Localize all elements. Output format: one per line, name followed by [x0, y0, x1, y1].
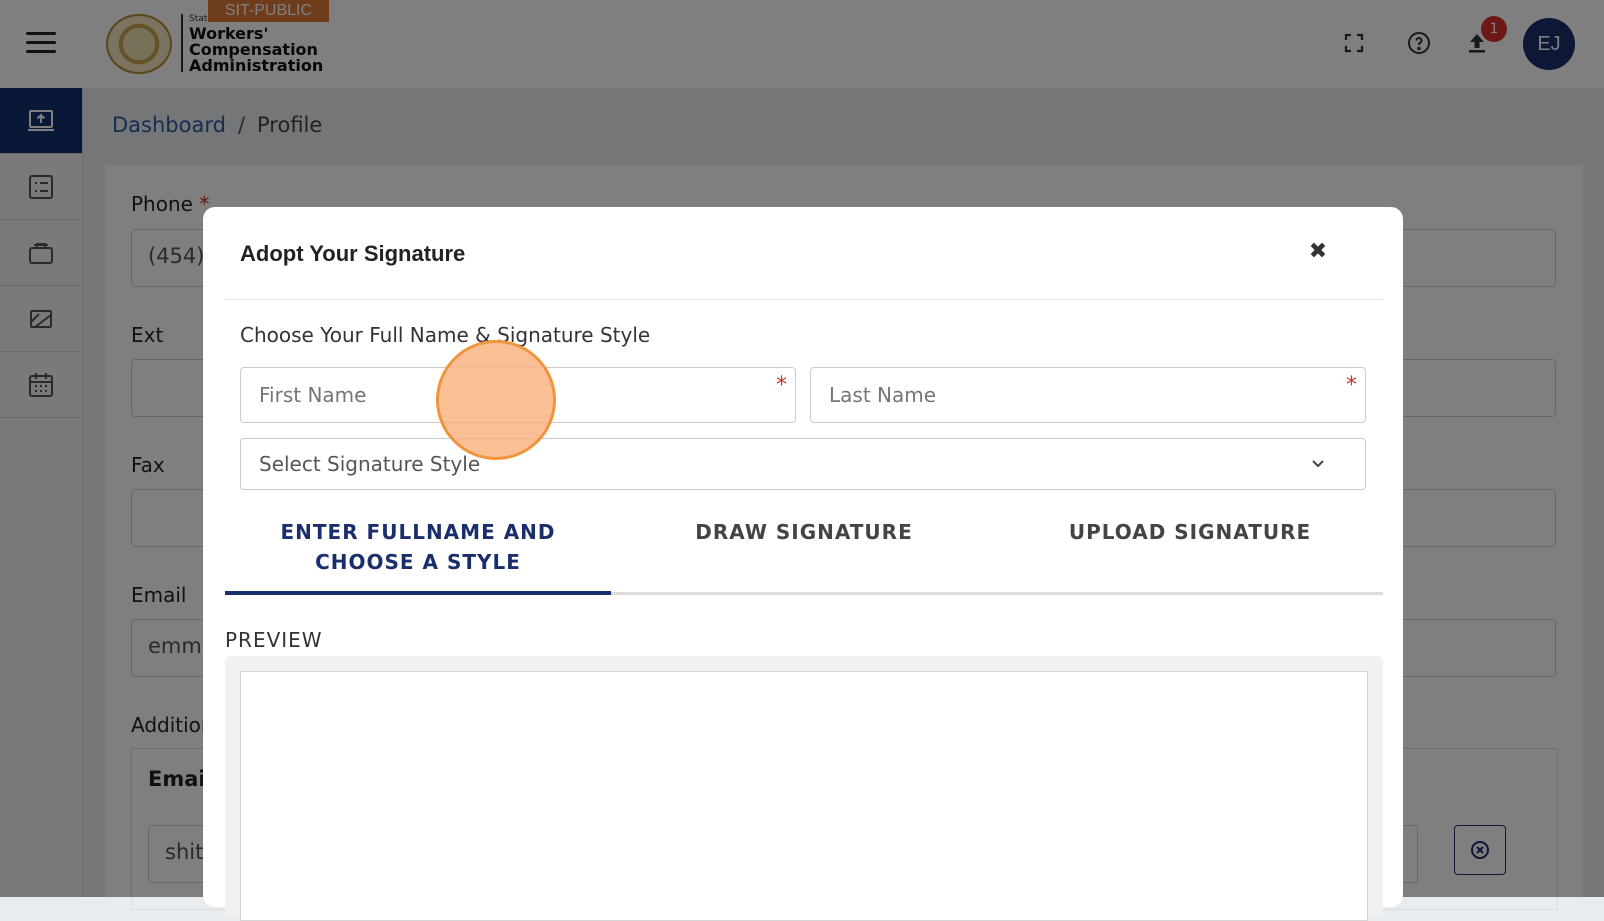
modal-title: Adopt Your Signature — [240, 241, 466, 266]
last-name-input[interactable] — [810, 367, 1366, 423]
last-name-required-mark: * — [1346, 373, 1357, 398]
tab-enter-fullname[interactable]: ENTER FULLNAME AND CHOOSE A STYLE — [225, 505, 611, 595]
modal-header-divider — [225, 299, 1383, 300]
signature-preview-area — [240, 671, 1368, 921]
signature-method-tabs: ENTER FULLNAME AND CHOOSE A STYLE DRAW S… — [225, 505, 1383, 595]
signature-style-select[interactable]: Select Signature Style — [240, 438, 1366, 490]
close-icon[interactable]: ✖ — [1303, 237, 1333, 267]
tab-enter-fullname-line1: ENTER FULLNAME AND — [280, 520, 556, 544]
tab-upload-signature-label: UPLOAD SIGNATURE — [1068, 520, 1312, 544]
preview-panel — [225, 656, 1383, 921]
click-indicator — [436, 340, 556, 460]
tab-upload-signature[interactable]: UPLOAD SIGNATURE — [997, 505, 1383, 595]
choose-name-style-label: Choose Your Full Name & Signature Style — [240, 323, 651, 347]
tab-draw-signature-label: DRAW SIGNATURE — [695, 520, 913, 544]
tab-draw-signature[interactable]: DRAW SIGNATURE — [611, 505, 997, 595]
tab-enter-fullname-line2: CHOOSE A STYLE — [315, 550, 521, 574]
adopt-signature-modal: Adopt Your Signature ✖ Choose Your Full … — [203, 207, 1403, 921]
chevron-down-icon — [1312, 460, 1324, 468]
preview-label: PREVIEW — [225, 628, 323, 652]
first-name-required-mark: * — [776, 373, 787, 398]
